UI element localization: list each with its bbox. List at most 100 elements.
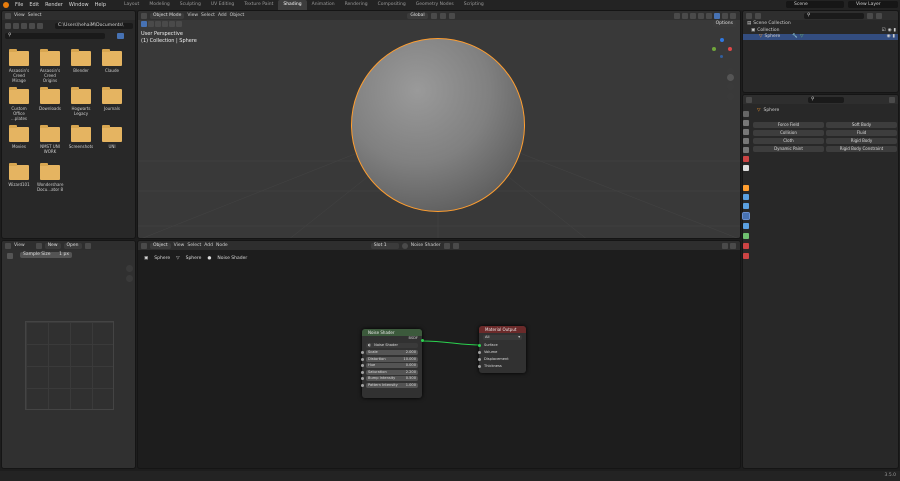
input-socket[interactable] <box>360 364 364 367</box>
data-tab-icon[interactable] <box>743 233 749 239</box>
folder-item[interactable]: Wondershare Docu...ator 8 <box>37 163 63 192</box>
new-image-button[interactable]: New <box>44 242 61 249</box>
back-icon[interactable] <box>5 23 11 29</box>
properties-search[interactable]: ⚲ <box>808 96 844 103</box>
editor-type-icon[interactable] <box>746 12 752 19</box>
input-socket[interactable] <box>477 344 481 347</box>
physics-button-collision[interactable]: Collision <box>753 130 824 136</box>
forward-icon[interactable] <box>13 23 19 29</box>
workspace-tab-texture-paint[interactable]: Texture Paint <box>239 0 278 10</box>
fb-menu-view[interactable]: View <box>14 13 25 18</box>
path-field[interactable]: C:\Users\hehaiM\Documents\ <box>55 23 133 29</box>
workspace-tab-sculpting[interactable]: Sculpting <box>175 0 206 10</box>
modifier-tab-icon[interactable] <box>743 194 749 200</box>
node-input-field[interactable]: Bump Intensity 0.500 <box>360 376 418 381</box>
eye-icon[interactable]: ◉ <box>887 34 891 40</box>
output-tab-icon[interactable] <box>743 129 749 135</box>
input-socket[interactable] <box>477 351 481 354</box>
menu-file[interactable]: File <box>15 2 23 8</box>
filter-icon[interactable] <box>867 12 873 19</box>
workspace-tab-geometry-nodes[interactable]: Geometry Nodes <box>411 0 459 10</box>
fb-filter-input[interactable]: ⚲ <box>5 33 105 39</box>
collection-tab-icon[interactable] <box>743 165 749 171</box>
folder-item[interactable]: Custom Office ...plates <box>6 87 32 121</box>
zoom-icon[interactable] <box>126 265 133 272</box>
node-input-field[interactable]: Scale 2.000 <box>360 350 418 355</box>
folder-item[interactable]: Claude <box>99 49 125 73</box>
view-layer-selector[interactable]: View Layer <box>848 1 898 8</box>
folder-item[interactable]: Assassin's Creed Mirage <box>6 49 32 83</box>
noise-shader-node[interactable]: Noise Shader BSDF ◐ Noise Shader Scale 2.0… <box>360 329 424 398</box>
fb-menu-select[interactable]: Select <box>28 13 42 18</box>
material-output-node[interactable]: Material Output All ▾ Surface Volume Displa… <box>477 326 526 373</box>
new-folder-icon[interactable] <box>37 23 43 29</box>
perspective-toggle-icon[interactable] <box>727 93 734 100</box>
bsdf-output-socket[interactable] <box>420 339 424 342</box>
workspace-tab-layout[interactable]: Layout <box>119 0 144 10</box>
outliner-row-scene-collection[interactable]: ▤ Scene Collection <box>747 21 791 26</box>
physics-button-rigid-body-constraint[interactable]: Rigid Body Constraint <box>826 146 897 152</box>
workspace-tab-rendering[interactable]: Rendering <box>340 0 373 10</box>
camera-icon[interactable]: ▮ <box>893 34 898 40</box>
physics-tab-icon[interactable] <box>742 212 750 220</box>
workspace-tab-uv-editing[interactable]: UV Editing <box>206 0 239 10</box>
menu-edit[interactable]: Edit <box>29 2 39 8</box>
physics-button-dynamic-paint[interactable]: Dynamic Paint <box>753 146 824 152</box>
editor-type-icon[interactable] <box>5 12 11 19</box>
camera-view-icon[interactable] <box>727 83 734 90</box>
material-tab-icon[interactable] <box>743 243 749 249</box>
pin-icon[interactable] <box>84 242 91 249</box>
display-mode-icon[interactable] <box>755 12 761 19</box>
folder-item[interactable]: Hogwarts Legacy <box>68 87 94 116</box>
folder-item[interactable]: Screenshots <box>68 125 94 149</box>
new-collection-icon[interactable] <box>876 12 882 19</box>
input-socket[interactable] <box>360 383 364 387</box>
node-title[interactable]: Noise Shader <box>362 329 422 336</box>
parent-dir-icon[interactable] <box>21 23 27 29</box>
node-input-field[interactable]: Saturation 2.200 <box>360 369 418 375</box>
outliner-row-collection[interactable]: ▣ Collection ☑ ◉ ▮ <box>751 28 896 33</box>
folder-item[interactable]: NMST UNI WORK <box>37 125 63 154</box>
physics-button-cloth[interactable]: Cloth <box>753 138 824 144</box>
editor-type-icon[interactable] <box>5 242 11 249</box>
input-socket[interactable] <box>477 358 481 361</box>
refresh-icon[interactable] <box>29 23 35 29</box>
ie-menu-view[interactable]: View <box>14 243 25 248</box>
pin-icon[interactable] <box>889 96 895 103</box>
outliner-row-sphere[interactable]: ▽ Sphere 🔧 ▽ ◉ ▮ <box>743 34 898 40</box>
constraints-tab-icon[interactable] <box>743 223 749 229</box>
workspace-tab-scripting[interactable]: Scripting <box>459 0 489 10</box>
hand-pan-icon[interactable] <box>126 275 133 282</box>
input-socket[interactable] <box>477 365 481 368</box>
object-tab-icon[interactable] <box>743 185 749 191</box>
menu-window[interactable]: Window <box>69 2 89 8</box>
node-input-field[interactable]: Pattern Intensity 1.000 <box>360 382 418 388</box>
scene-tab-icon[interactable] <box>743 147 749 153</box>
workspace-tab-compositing[interactable]: Compositing <box>373 0 411 10</box>
sphere-object[interactable] <box>351 38 525 212</box>
menu-render[interactable]: Render <box>45 2 63 8</box>
sample-size-field[interactable]: Sample Size 1 px <box>20 252 72 258</box>
outliner-search[interactable]: ⚲ <box>804 12 864 19</box>
node-input-field[interactable]: Distortion 10.000 <box>360 356 418 362</box>
workspace-tab-animation[interactable]: Animation <box>307 0 340 10</box>
folder-item[interactable]: Assassin's Creed Origins <box>37 49 63 83</box>
group-selector[interactable]: ◐ Noise Shader <box>366 343 418 348</box>
input-socket[interactable] <box>360 351 364 354</box>
tool-tab-icon[interactable] <box>743 111 749 117</box>
checkbox-icon[interactable]: ☑ <box>882 28 886 33</box>
physics-button-rigid-body[interactable]: Rigid Body <box>826 138 897 144</box>
folder-item[interactable]: UNI <box>99 125 125 149</box>
open-image-button[interactable]: Open <box>63 242 82 249</box>
eyedropper-icon[interactable] <box>7 253 13 259</box>
input-socket[interactable] <box>360 377 364 380</box>
camera-icon[interactable]: ▮ <box>894 28 896 33</box>
texture-tab-icon[interactable] <box>743 253 749 259</box>
node-input-field[interactable]: Hue 0.000 <box>360 363 418 368</box>
image-browse-icon[interactable] <box>35 242 42 249</box>
folder-item[interactable]: Blender <box>68 49 94 73</box>
editor-type-icon[interactable] <box>746 96 752 103</box>
eye-icon[interactable]: ◉ <box>888 28 892 33</box>
particles-tab-icon[interactable] <box>743 203 749 209</box>
folder-item[interactable]: Movies <box>6 125 32 149</box>
